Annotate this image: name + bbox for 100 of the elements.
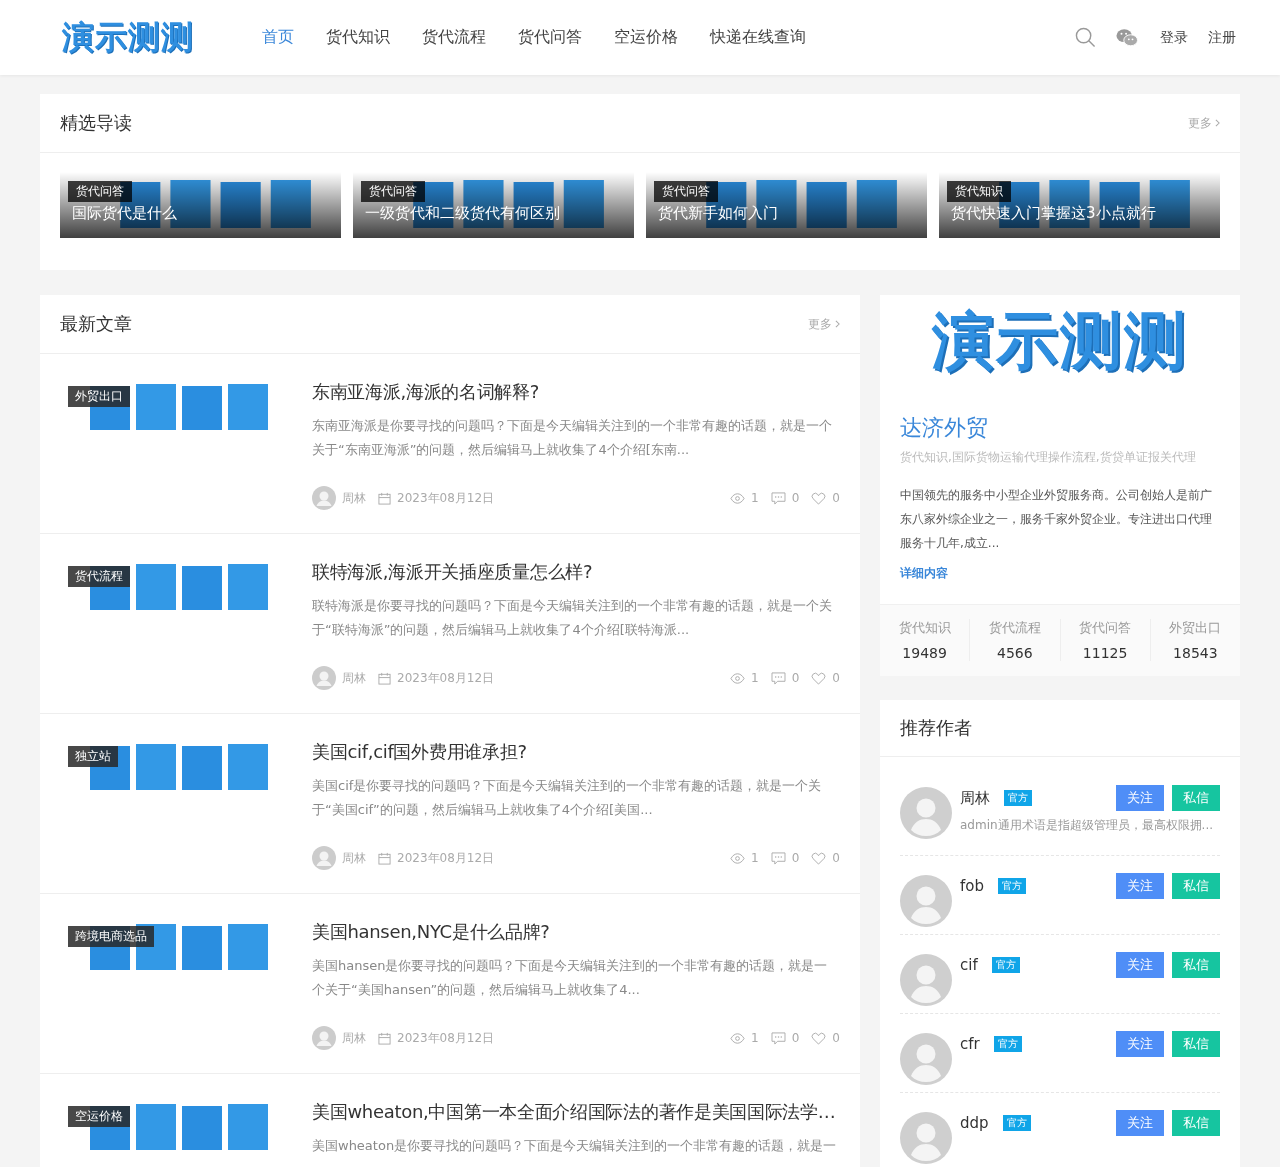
calendar-icon <box>378 851 391 865</box>
author-name[interactable]: fob <box>960 877 984 895</box>
nav-link[interactable]: 快递在线查询 <box>694 27 822 48</box>
details-link[interactable]: 详细内容 <box>900 565 1220 582</box>
category-tag: 独立站 <box>68 746 118 767</box>
author-name: 周林 <box>342 669 366 687</box>
author-name[interactable]: cif <box>960 956 978 974</box>
nav-link[interactable]: 货代问答 <box>502 27 598 48</box>
auth-link[interactable]: 登录 <box>1160 28 1196 47</box>
heart-icon <box>811 851 827 865</box>
stat-value: 18543 <box>1173 645 1218 661</box>
category-tag: 外贸出口 <box>68 386 130 407</box>
author-name: 周林 <box>342 849 366 867</box>
comment-count: 0 <box>791 491 800 505</box>
official-badge: 官方 <box>998 878 1026 894</box>
stat-label: 货代流程 <box>988 619 1041 637</box>
like-count: 0 <box>832 491 840 505</box>
search-icon[interactable] <box>1075 27 1096 48</box>
category-tag: 货代问答 <box>361 181 425 202</box>
article-title[interactable]: 美国cif,cif国外费用谁承担? <box>312 740 840 764</box>
author-bio: admin通用术语是指超级管理员，最高权限拥... <box>960 817 1215 834</box>
article-date: 2023年08月12日 <box>397 1029 495 1047</box>
stat-value: 4566 <box>997 645 1033 661</box>
site-logo: 演示测测 <box>931 303 1189 379</box>
author-name: 周林 <box>342 489 366 507</box>
article-title[interactable]: 美国hansen,NYC是什么品牌? <box>312 920 840 944</box>
author-name[interactable]: 周林 <box>960 788 990 808</box>
avatar-icon[interactable] <box>900 954 952 1006</box>
official-badge: 官方 <box>1002 1115 1031 1131</box>
site-name: 达济外贸 <box>900 414 989 442</box>
article-excerpt: 美国hansen是你要寻找的问题吗？下面是今天编辑关注到的一个非常有趣的话题，就是一个关于“美国hansen”的问题，然后编辑马上就收集了4... <box>312 957 829 999</box>
avatar-icon <box>312 846 336 870</box>
like-count: 0 <box>832 851 840 865</box>
avatar-icon <box>312 666 336 690</box>
article-excerpt: 美国cif是你要寻找的问题吗？下面是今天编辑关注到的一个非常有趣的话题，就是一个关于“美国cif”的问题，然后编辑马上就收集了4个介绍[美国... <box>312 777 823 819</box>
stat-label: 外贸出口 <box>1169 619 1222 637</box>
section-title: 精选导读 <box>60 111 132 135</box>
auth-link[interactable]: 注册 <box>1208 28 1244 47</box>
category-tag: 跨境电商选品 <box>68 926 154 947</box>
comment-icon <box>770 671 786 685</box>
official-badge: 官方 <box>991 957 1020 973</box>
stat-label: 货代问答 <box>1079 619 1132 637</box>
nav-link[interactable]: 货代流程 <box>406 27 502 48</box>
category-tag: 货代问答 <box>654 181 718 202</box>
stat-label: 货代知识 <box>898 619 951 637</box>
comment-icon <box>770 491 786 505</box>
category-tag: 货代问答 <box>68 181 132 202</box>
avatar-icon[interactable] <box>900 787 952 839</box>
avatar-icon[interactable] <box>900 875 952 927</box>
view-count: 1 <box>751 851 759 865</box>
article-excerpt: 东南亚海派是你要寻找的问题吗？下面是今天编辑关注到的一个非常有趣的话题，就是一个关于“东南亚海派”的问题，然后编辑马上就收集了4个介绍[东南... <box>312 417 833 459</box>
calendar-icon <box>378 671 391 685</box>
nav-link[interactable]: 空运价格 <box>598 27 694 48</box>
chat-bubbles-icon[interactable] <box>1116 28 1138 47</box>
avatar-icon <box>312 486 336 510</box>
eye-icon <box>730 671 746 685</box>
stat-value: 11125 <box>1082 645 1128 661</box>
category-tag: 货代流程 <box>68 566 130 587</box>
article-title[interactable]: 联特海派,海派开关插座质量怎么样? <box>312 560 840 584</box>
heart-icon <box>811 1031 827 1045</box>
avatar-icon <box>312 1026 336 1050</box>
avatar-icon[interactable] <box>900 1112 952 1164</box>
view-count: 1 <box>751 1031 759 1045</box>
chevron-icon <box>1215 119 1220 127</box>
category-tag: 空运价格 <box>68 1106 130 1127</box>
heart-icon <box>811 671 827 685</box>
eye-icon <box>730 1031 746 1045</box>
nav-link[interactable]: 货代知识 <box>310 27 406 48</box>
article-excerpt: 美国wheaton是你要寻找的问题吗？下面是今天编辑关注到的一个非常有趣的话题，就是一 <box>312 1137 838 1155</box>
category-tag: 货代知识 <box>947 181 1011 202</box>
author-name[interactable]: cfr <box>960 1035 980 1053</box>
eye-icon <box>730 851 746 865</box>
article-date: 2023年08月12日 <box>397 489 495 507</box>
site-tagline: 货代知识,国际货物运输代理操作流程,货贷单证报关代理 <box>900 449 1197 466</box>
article-title[interactable]: 美国wheaton,中国第一本全面介绍国际法的著作是美国国际法学… <box>312 1100 840 1124</box>
article-date: 2023年08月12日 <box>397 669 495 687</box>
heart-icon <box>811 491 827 505</box>
section-title: 最新文章 <box>60 312 132 336</box>
author-name[interactable]: ddp <box>960 1114 989 1132</box>
stat-value: 19489 <box>902 645 947 661</box>
nav-link[interactable]: 首页 <box>246 27 310 48</box>
view-count: 1 <box>751 671 759 685</box>
comment-icon <box>770 851 786 865</box>
site-description: 中国领先的服务中小型企业外贸服务商。公司创始人是前广东八家外综企业之一，服务千家外贸企业。专注进出口代理服务十几年,成立... <box>900 487 1213 552</box>
like-count: 0 <box>832 671 840 685</box>
comment-count: 0 <box>791 1031 800 1045</box>
official-badge: 官方 <box>993 1036 1022 1052</box>
official-badge: 官方 <box>1004 790 1032 806</box>
comment-icon <box>770 1031 786 1045</box>
like-count: 0 <box>832 1031 840 1045</box>
comment-count: 0 <box>791 671 800 685</box>
calendar-icon <box>378 491 391 505</box>
chevron-icon <box>835 320 840 328</box>
section-title: 推荐作者 <box>900 716 972 740</box>
calendar-icon <box>378 1031 391 1045</box>
comment-count: 0 <box>791 851 800 865</box>
avatar-icon[interactable] <box>900 1033 952 1085</box>
eye-icon <box>730 491 746 505</box>
view-count: 1 <box>751 491 759 505</box>
article-title[interactable]: 东南亚海派,海派的名词解释? <box>312 380 840 404</box>
